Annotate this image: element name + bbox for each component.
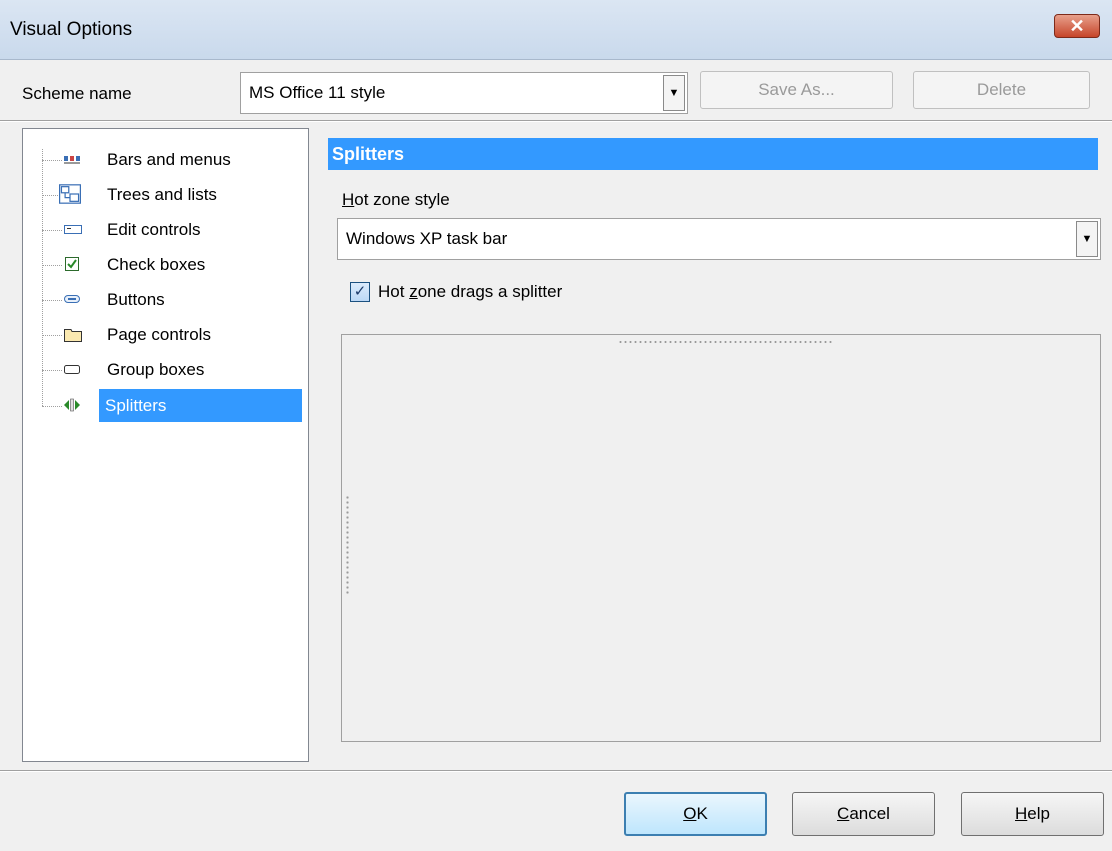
hot-zone-style-value: Windows XP task bar [346,229,508,248]
scheme-name-label: Scheme name [22,84,132,103]
tree-item-bars-and-menus[interactable]: Bars and menus [23,143,308,177]
tree-item-label: Bars and menus [107,150,231,169]
bars-menus-icon [64,156,80,164]
title-bar: Visual Options ✕ [0,0,1112,60]
scheme-name-value: MS Office 11 style [249,83,386,102]
close-button[interactable]: ✕ [1054,14,1100,38]
chevron-down-icon[interactable]: ▼ [663,75,685,111]
window-title: Visual Options [10,19,133,40]
scheme-name-dropdown[interactable]: MS Office 11 style ▼ [240,72,688,114]
hot-zone-style-dropdown[interactable]: Windows XP task bar ▼ [337,218,1101,260]
tree-item-page-controls[interactable]: Page controls [23,318,308,352]
vertical-hot-zone[interactable] [345,495,350,595]
hot-zone-drags-label[interactable]: Hot zone drags a splitter [378,282,562,302]
top-divider [0,120,1112,122]
tree-item-check-boxes[interactable]: Check boxes [23,248,308,282]
tree-item-trees-and-lists[interactable]: Trees and lists [23,178,308,212]
tree-item-label: Check boxes [107,255,206,274]
tree-item-group-boxes[interactable]: Group boxes [23,353,308,387]
tree-item-label: Page controls [107,325,211,344]
edit-controls-icon [64,225,82,234]
tree-item-buttons[interactable]: Buttons [23,283,308,317]
buttons-icon [64,295,80,303]
tree-item-label: Group boxes [107,360,205,379]
tree-item-label: Buttons [107,290,165,309]
hot-zone-drags-checkbox[interactable]: ✓ [350,282,370,302]
trees-lists-icon [59,184,81,204]
ok-button[interactable]: OK [624,792,767,836]
tree-item-splitters[interactable]: Splitters [23,389,308,423]
save-as-button[interactable]: Save As... [700,71,893,109]
check-boxes-icon [65,257,79,271]
checkmark-icon: ✓ [353,283,367,300]
close-icon: ✕ [1069,16,1085,36]
horizontal-hot-zone[interactable] [618,340,833,344]
hot-zone-style-label: Hot zone style [342,190,450,209]
cancel-button[interactable]: Cancel [792,792,935,836]
tree-item-label: Splitters [99,389,302,422]
section-title: Splitters [328,138,1098,170]
delete-button[interactable]: Delete [913,71,1090,109]
help-button[interactable]: Help [961,792,1104,836]
tree-item-edit-controls[interactable]: Edit controls [23,213,308,247]
chevron-down-icon[interactable]: ▼ [1076,221,1098,257]
category-tree[interactable]: Bars and menus Trees and lists Edit cont… [22,128,309,762]
splitter-preview [341,334,1101,742]
tree-item-label: Trees and lists [107,185,217,204]
page-controls-icon [64,329,82,342]
tree-item-label: Edit controls [107,220,201,239]
group-boxes-icon [64,365,80,374]
bottom-divider [0,770,1112,772]
splitters-icon [64,398,80,412]
